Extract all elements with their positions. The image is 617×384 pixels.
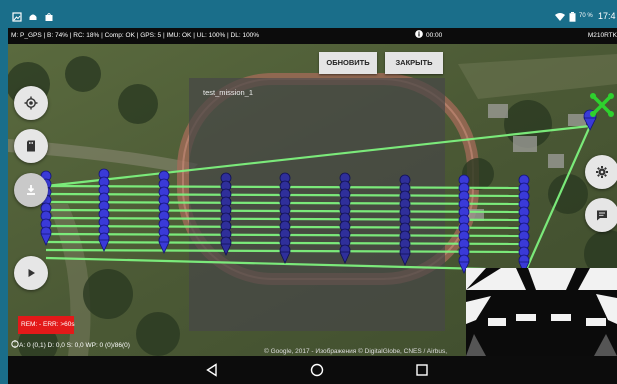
waypoint-column-8 — [458, 174, 470, 274]
store-notification-icon — [45, 13, 53, 21]
back-icon[interactable] — [205, 363, 219, 377]
android-status-bar: 70 % 17:4 — [8, 8, 617, 28]
recents-icon[interactable] — [415, 363, 429, 377]
telemetry-summary: M: P_GPS | B: 74% | RC: 18% | Comp: OK |… — [11, 32, 260, 39]
telemetry-bar: M: P_GPS | B: 74% | RC: 18% | Comp: OK |… — [8, 28, 617, 44]
waypoint-column-3 — [158, 170, 170, 254]
waypoint-column-9 — [518, 174, 530, 274]
android-notification-icon — [29, 14, 37, 20]
locate-button[interactable] — [14, 86, 48, 120]
chat-icon — [597, 210, 607, 221]
app-frame: 70 % 17:4 M: P_GPS | B: 74% | RC: 18% | … — [0, 0, 617, 384]
download-button[interactable] — [14, 173, 48, 207]
sd-card-icon — [27, 140, 35, 152]
play-icon — [28, 269, 35, 277]
clock: 17:4 — [598, 11, 616, 21]
waypoint-column-5 — [279, 172, 291, 264]
download-icon — [27, 185, 35, 195]
drone-icon[interactable] — [590, 93, 614, 117]
mission-stats: A: 0 (0,1) D: 0,0 S: 0,0 WP: 0 (0)/86(0) — [11, 340, 130, 349]
gear-icon — [596, 166, 608, 178]
flight-time: 00:00 — [415, 28, 442, 44]
battery-percent: 70 % — [579, 13, 593, 19]
wifi-icon — [555, 13, 565, 21]
waypoint-column-4 — [220, 172, 232, 256]
camera-feed-image — [466, 268, 617, 356]
crosshair-icon — [24, 96, 38, 110]
refresh-button[interactable]: ОБНОВИТЬ — [319, 52, 377, 74]
mission-stats-text: A: 0 (0,1) D: 0,0 S: 0,0 WP: 0 (0)/86(0) — [19, 342, 130, 349]
android-nav-bar — [8, 356, 617, 384]
image-notification-icon — [12, 12, 22, 22]
rem-status-badge: REM: - ERR: >60s — [18, 316, 75, 334]
home-point-icon — [11, 340, 19, 348]
play-button[interactable] — [14, 256, 48, 290]
drone-model: M210RTK — [587, 32, 617, 39]
close-button[interactable]: ЗАКРЫТЬ — [385, 52, 443, 74]
waypoint-column-6 — [339, 172, 351, 264]
settings-button[interactable] — [585, 155, 617, 189]
route-lines — [45, 124, 592, 272]
waypoint-column-7 — [399, 174, 411, 266]
home-icon[interactable] — [310, 363, 324, 377]
waypoint-column-2 — [98, 168, 110, 252]
battery-icon — [569, 12, 576, 22]
satellite-map[interactable]: test_mission_1 ОБНОВИТЬ ЗАКРЫТЬ REM: - E… — [8, 44, 617, 356]
flight-time-value: 00:00 — [426, 32, 443, 39]
info-icon — [415, 30, 423, 38]
sd-card-button[interactable] — [14, 129, 48, 163]
chat-button[interactable] — [585, 198, 617, 232]
camera-feed[interactable] — [466, 268, 617, 356]
map-attribution: © Google, 2017 - Изображения © DigitalGl… — [264, 348, 448, 355]
